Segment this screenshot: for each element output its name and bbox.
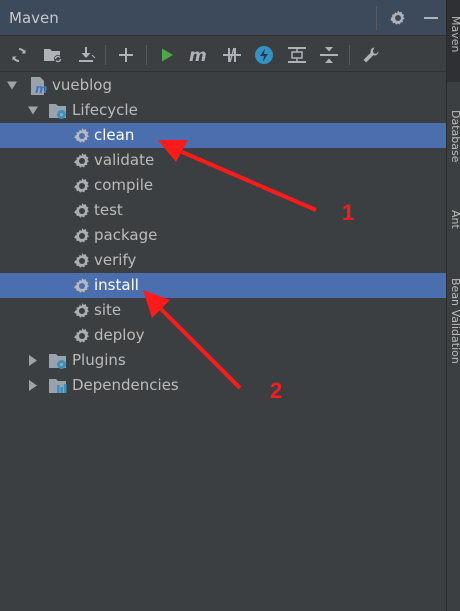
toggle-offline-icon[interactable]	[221, 44, 243, 66]
panel-title: Maven	[9, 9, 59, 27]
maven-tool-window: Maven m m vueblog Lifecycle clean valida…	[0, 0, 446, 611]
toolbar-divider	[146, 45, 147, 65]
folder-gear-icon	[49, 354, 66, 369]
annotation-number-2: 2	[270, 378, 283, 403]
skip-tests-icon[interactable]	[253, 44, 275, 66]
dependencies-label: Dependencies	[72, 376, 179, 394]
side-tab-bean-validation[interactable]: Bean Validation	[448, 278, 460, 390]
generate-sources-icon[interactable]	[42, 44, 64, 66]
lifecycle-label: Lifecycle	[72, 101, 138, 119]
phase-item-install[interactable]: install	[0, 273, 446, 298]
gear-icon	[72, 326, 92, 346]
gear-icon	[72, 301, 92, 321]
expand-arrow-icon[interactable]	[28, 105, 38, 116]
phase-label: test	[94, 201, 123, 219]
gear-icon	[72, 251, 92, 271]
gear-icon	[72, 151, 92, 171]
side-tool-strip: Maven Database Ant Bean Validation	[446, 0, 460, 611]
add-icon[interactable]	[115, 44, 137, 66]
phase-label: install	[94, 276, 139, 294]
wrench-icon[interactable]	[360, 44, 382, 66]
folder-library-icon	[49, 379, 67, 393]
phase-item-clean[interactable]: clean	[0, 123, 446, 148]
tree-node-lifecycle[interactable]: Lifecycle	[0, 98, 446, 123]
expand-arrow-icon[interactable]	[7, 80, 17, 91]
collapse-arrow-icon[interactable]	[28, 380, 38, 391]
svg-text:m: m	[35, 82, 48, 96]
maven-project-icon: m	[31, 77, 48, 96]
svg-text:m: m	[189, 46, 207, 64]
tree-node-plugins[interactable]: Plugins	[0, 348, 446, 373]
show-dependencies-icon[interactable]	[286, 44, 308, 66]
toolbar-divider	[105, 45, 106, 65]
reload-icon[interactable]	[8, 44, 30, 66]
side-tab-database[interactable]: Database	[448, 110, 460, 182]
phase-item-test[interactable]: test	[0, 198, 446, 223]
collapse-all-icon[interactable]	[318, 44, 340, 66]
side-tab-ant[interactable]: Ant	[448, 210, 460, 229]
phase-item-compile[interactable]: compile	[0, 173, 446, 198]
gear-icon	[72, 126, 92, 146]
tree-node-project[interactable]: m vueblog	[0, 73, 446, 98]
gear-icon[interactable]	[388, 8, 408, 28]
maven-goal-icon[interactable]: m	[188, 44, 210, 66]
toolbar-divider	[349, 45, 350, 65]
minimize-icon[interactable]	[421, 8, 441, 28]
gear-icon	[72, 176, 92, 196]
phase-label: verify	[94, 251, 137, 269]
download-icon[interactable]	[75, 44, 97, 66]
side-tab-maven[interactable]: Maven	[448, 16, 460, 52]
title-bar: Maven	[0, 0, 446, 36]
phase-label: clean	[94, 126, 135, 144]
phase-label: package	[94, 226, 158, 244]
gear-icon	[72, 201, 92, 221]
annotation-number-1: 1	[342, 200, 355, 225]
phase-item-verify[interactable]: verify	[0, 248, 446, 273]
collapse-arrow-icon[interactable]	[28, 355, 38, 366]
phase-label: validate	[94, 151, 155, 169]
toolbar: m	[0, 37, 446, 72]
phase-label: compile	[94, 176, 154, 194]
folder-gear-icon	[49, 104, 66, 119]
title-divider	[376, 6, 377, 30]
project-label: vueblog	[52, 76, 112, 94]
phase-label: site	[94, 301, 122, 319]
gear-icon	[72, 226, 92, 246]
phase-item-package[interactable]: package	[0, 223, 446, 248]
plugins-label: Plugins	[72, 351, 126, 369]
phase-item-validate[interactable]: validate	[0, 148, 446, 173]
phase-item-site[interactable]: site	[0, 298, 446, 323]
gear-icon	[72, 276, 92, 296]
tree-node-dependencies[interactable]: Dependencies	[0, 373, 446, 398]
phase-item-deploy[interactable]: deploy	[0, 323, 446, 348]
run-icon[interactable]	[156, 44, 178, 66]
phase-label: deploy	[94, 326, 145, 344]
